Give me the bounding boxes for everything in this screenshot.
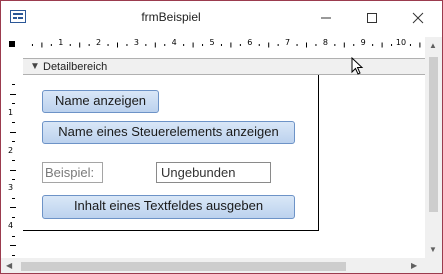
ruler-number: 9 — [360, 38, 366, 47]
ruler-tick — [12, 254, 15, 256]
ruler-tick — [10, 245, 16, 247]
ruler-tick — [12, 122, 15, 124]
horizontal-ruler[interactable]: 1 2 3 4 5 6 7 8 9 10 — [23, 37, 425, 53]
ruler-number: 2 — [96, 38, 102, 47]
ruler-tick — [12, 141, 15, 143]
ruler-number: 3 — [133, 38, 139, 47]
form-design-window: frmBeispiel 1 2 3 4 5 6 7 8 9 10 ▼ Detailbereich … — [0, 0, 443, 274]
ruler-number: 7 — [285, 38, 291, 47]
scroll-up-icon[interactable]: ▲ — [429, 41, 437, 50]
ruler-tick — [12, 103, 15, 105]
btn-name-steuerelement-anzeigen[interactable]: Name eines Steuerelements anzeigen — [42, 121, 295, 144]
ruler-tick — [12, 235, 15, 237]
ruler-tick — [12, 160, 15, 162]
scroll-right-icon[interactable]: ▶ — [411, 261, 417, 270]
ruler-number: 8 — [322, 38, 328, 47]
section-title: Detailbereich — [43, 61, 108, 73]
ruler-tick — [10, 131, 16, 133]
ruler-number: 2 — [8, 145, 14, 155]
label-beispiel[interactable]: Beispiel: — [42, 162, 103, 183]
ruler-number: 3 — [8, 183, 14, 193]
ruler-number: 10 — [395, 38, 407, 47]
ruler-number: 6 — [247, 38, 253, 47]
ruler-number: 1 — [58, 38, 64, 47]
vertical-ruler[interactable]: 1 2 3 4 — [5, 75, 21, 259]
detail-section-area[interactable]: Name anzeigen Name eines Steuerelements … — [23, 75, 319, 231]
ruler-number: 1 — [8, 107, 14, 117]
ruler-tick — [12, 178, 15, 180]
vertical-scrollbar[interactable]: ▲ ▼ — [425, 37, 442, 259]
ruler-tick — [12, 84, 15, 86]
title-bar[interactable]: frmBeispiel — [1, 1, 442, 34]
btn-inhalt-textfeld-ausgeben[interactable]: Inhalt eines Textfeldes ausgeben — [42, 195, 295, 219]
ruler-number: 5 — [209, 38, 215, 47]
ruler-number: 4 — [171, 38, 177, 47]
vertical-scroll-thumb[interactable] — [429, 57, 438, 212]
scroll-down-icon[interactable]: ▼ — [429, 245, 437, 254]
close-button[interactable] — [395, 1, 441, 34]
mouse-pointer-icon — [351, 57, 364, 75]
btn-name-anzeigen[interactable]: Name anzeigen — [42, 90, 159, 113]
scroll-left-icon[interactable]: ◀ — [6, 261, 12, 270]
window-title: frmBeispiel — [141, 10, 201, 24]
ruler-tick — [10, 207, 16, 209]
maximize-icon — [367, 13, 377, 23]
minimize-icon — [321, 17, 331, 19]
horizontal-scrollbar[interactable]: ◀ ▶ — [1, 258, 425, 273]
horizontal-scroll-thumb[interactable] — [21, 262, 346, 271]
minimize-button[interactable] — [303, 1, 349, 34]
ruler-tick — [12, 197, 15, 199]
scrollbar-corner — [425, 258, 442, 273]
chevron-down-icon: ▼ — [30, 61, 40, 72]
ruler-tick — [10, 93, 16, 95]
textbox-beispiel[interactable]: Ungebunden — [156, 162, 271, 183]
close-icon — [412, 12, 424, 24]
form-selector[interactable] — [5, 37, 21, 53]
ruler-tick — [12, 216, 15, 218]
ruler-number: 4 — [8, 221, 14, 231]
ruler-tick — [10, 169, 16, 171]
maximize-button[interactable] — [349, 1, 395, 34]
